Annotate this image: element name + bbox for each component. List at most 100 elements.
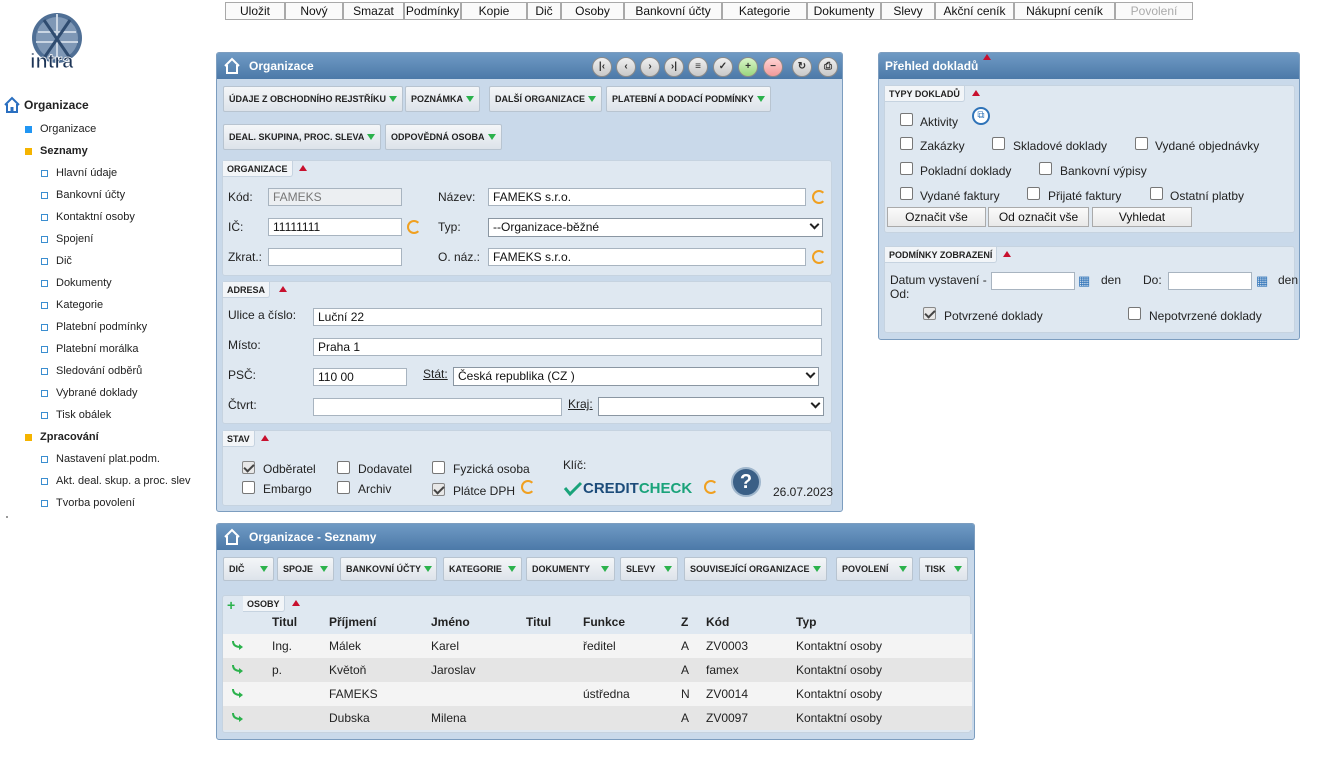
tab-list[interactable]: KATEGORIE — [443, 557, 522, 581]
sidebar-root[interactable]: Organizace — [3, 96, 89, 114]
tab-list[interactable]: DOKUMENTY — [526, 557, 615, 581]
toolbar-button[interactable]: Nákupní ceník — [1014, 2, 1115, 20]
creditcheck-logo[interactable]: CREDIT CHECK — [563, 480, 692, 497]
toolbar-button[interactable]: Podmínky — [404, 2, 461, 20]
tab-list[interactable]: SPOJE — [277, 557, 334, 581]
tab-poznamka[interactable]: POZNÁMKA — [405, 86, 480, 112]
open-row-icon[interactable] — [231, 687, 245, 699]
sidebar-item[interactable]: Hlavní údaje — [41, 167, 117, 179]
tab-odpovedna-osoba[interactable]: ODPOVĚDNÁ OSOBA — [385, 124, 502, 150]
dodavatel-checkbox[interactable] — [337, 461, 350, 474]
toolbar-button[interactable]: Bankovní účty — [624, 2, 722, 20]
column-header[interactable]: Titul — [272, 615, 297, 629]
collapse-icon[interactable] — [983, 54, 991, 60]
confirm-icon[interactable]: ✓ — [713, 57, 733, 77]
ic-field[interactable]: 11111111 — [268, 218, 402, 236]
next-record-icon[interactable]: › — [640, 57, 660, 77]
toolbar-button[interactable]: Kategorie — [722, 2, 807, 20]
table-row[interactable]: FAMEKS ústředna N ZV0014 Kontaktní osoby — [223, 682, 972, 706]
toolbar-button[interactable]: Kopie — [461, 2, 527, 20]
sidebar-item[interactable]: Organizace — [25, 123, 96, 135]
bankovni-vypisy-checkbox[interactable] — [1039, 162, 1052, 175]
sidebar-item[interactable]: Platební podmínky — [41, 321, 147, 333]
tab-list[interactable]: SLEVY — [620, 557, 678, 581]
tab-list[interactable]: POVOLENÍ — [836, 557, 913, 581]
remove-icon[interactable]: − — [763, 57, 783, 77]
sidebar-item[interactable]: Tisk obálek — [41, 409, 111, 421]
toolbar-button[interactable]: Nový — [285, 2, 343, 20]
open-row-icon[interactable] — [231, 663, 245, 675]
toolbar-button[interactable]: Dič — [527, 2, 561, 20]
ostatni-platby-checkbox[interactable] — [1150, 187, 1163, 200]
odberatel-checkbox[interactable] — [242, 461, 255, 474]
date-from-field[interactable] — [991, 272, 1075, 290]
last-record-icon[interactable]: ›| — [664, 57, 684, 77]
open-row-icon[interactable] — [231, 711, 245, 723]
tab-list[interactable]: BANKOVNÍ ÚČTY — [340, 557, 437, 581]
tab-obchodni-rejstrik[interactable]: ÚDAJE Z OBCHODNÍHO REJSTŘÍKU — [223, 86, 404, 112]
open-aktivity-icon[interactable]: ⧉ — [972, 107, 990, 125]
column-header[interactable]: Jméno — [431, 615, 470, 629]
tab-list[interactable]: SOUVISEJÍCÍ ORGANIZACE — [684, 557, 827, 581]
toolbar-button[interactable]: Akční ceník — [935, 2, 1014, 20]
tab-dalsi-organizace[interactable]: DALŠÍ ORGANIZACE — [489, 86, 602, 112]
ctvrt-field[interactable] — [313, 398, 562, 416]
table-row[interactable]: Ing. Málek Karel ředitel A ZV0003 Kontaktní os… — [223, 634, 972, 658]
search-button[interactable]: Vyhledat — [1092, 207, 1192, 227]
tab-deal-skupina[interactable]: DEAL. SKUPINA, PROC. SLEVA — [223, 124, 382, 150]
sidebar-item[interactable]: Platební morálka — [41, 343, 139, 355]
table-row[interactable]: p. Květoň Jaroslav Afamex Kontaktní osoby — [223, 658, 972, 682]
pokladni-checkbox[interactable] — [900, 162, 913, 175]
table-row[interactable]: Dubska Milena A ZV0097 Kontaktní osoby — [223, 706, 972, 730]
fyzicka-osoba-checkbox[interactable] — [432, 461, 445, 474]
toolbar-button[interactable]: Dokumenty — [807, 2, 881, 20]
sidebar-item[interactable]: Spojení — [41, 233, 93, 245]
column-header[interactable]: Funkce — [583, 615, 625, 629]
toolbar-button[interactable]: Uložit — [225, 2, 285, 20]
collapse-icon[interactable] — [972, 90, 980, 96]
zkrat-field[interactable] — [268, 248, 402, 266]
deselect-all-button[interactable]: Od označit vše — [988, 207, 1089, 227]
column-header[interactable]: Typ — [796, 615, 816, 629]
sidebar-item[interactable]: Dokumenty — [41, 277, 112, 289]
column-header[interactable]: Kód — [706, 615, 729, 629]
kraj-label[interactable]: Kraj: — [568, 397, 593, 411]
collapse-icon[interactable] — [279, 286, 287, 292]
stat-label[interactable]: Stát: — [423, 367, 448, 381]
sidebar-item[interactable]: Seznamy — [25, 145, 88, 157]
vydane-faktury-checkbox[interactable] — [900, 187, 913, 200]
toolbar-button[interactable]: Slevy — [881, 2, 935, 20]
psc-field[interactable]: 110 00 — [313, 368, 407, 386]
help-icon[interactable]: ? — [731, 467, 761, 497]
prijate-faktury-checkbox[interactable] — [1027, 187, 1040, 200]
refresh-nazev-icon[interactable] — [812, 190, 826, 204]
sidebar-item[interactable]: Vybrané doklady — [41, 387, 138, 399]
column-header[interactable]: Z — [681, 615, 688, 629]
sidebar-item[interactable]: Kategorie — [41, 299, 103, 311]
column-header[interactable]: Titul — [526, 615, 551, 629]
aktivity-checkbox[interactable] — [900, 113, 913, 126]
zakazky-checkbox[interactable] — [900, 137, 913, 150]
prev-record-icon[interactable]: ‹ — [616, 57, 636, 77]
misto-field[interactable]: Praha 1 — [313, 338, 822, 356]
refresh-creditcheck-icon[interactable] — [704, 480, 718, 494]
vydane-objednavky-checkbox[interactable] — [1135, 137, 1148, 150]
sidebar-item[interactable]: Kontaktní osoby — [41, 211, 135, 223]
open-row-icon[interactable] — [231, 639, 245, 651]
toolbar-button[interactable]: Smazat — [343, 2, 404, 20]
date-to-field[interactable] — [1168, 272, 1252, 290]
calendar-icon[interactable]: ▦ — [1256, 273, 1268, 289]
stat-select[interactable]: Česká republika (CZ ) — [453, 367, 819, 386]
embargo-checkbox[interactable] — [242, 481, 255, 494]
refresh-dph-icon[interactable] — [521, 480, 535, 494]
sidebar-item[interactable]: Bankovní účty — [41, 189, 125, 201]
refresh-ic-icon[interactable] — [407, 220, 421, 234]
collapse-icon[interactable] — [292, 600, 300, 606]
list-icon[interactable]: ≡ — [688, 57, 708, 77]
add-icon[interactable]: + — [738, 57, 758, 77]
sidebar-item[interactable]: Akt. deal. skup. a proc. slev — [41, 475, 191, 487]
print-icon[interactable]: ⎙ — [818, 57, 838, 77]
typ-select[interactable]: --Organizace-běžné — [488, 218, 823, 237]
archiv-checkbox[interactable] — [337, 481, 350, 494]
nepotvrzene-checkbox[interactable] — [1128, 307, 1141, 320]
